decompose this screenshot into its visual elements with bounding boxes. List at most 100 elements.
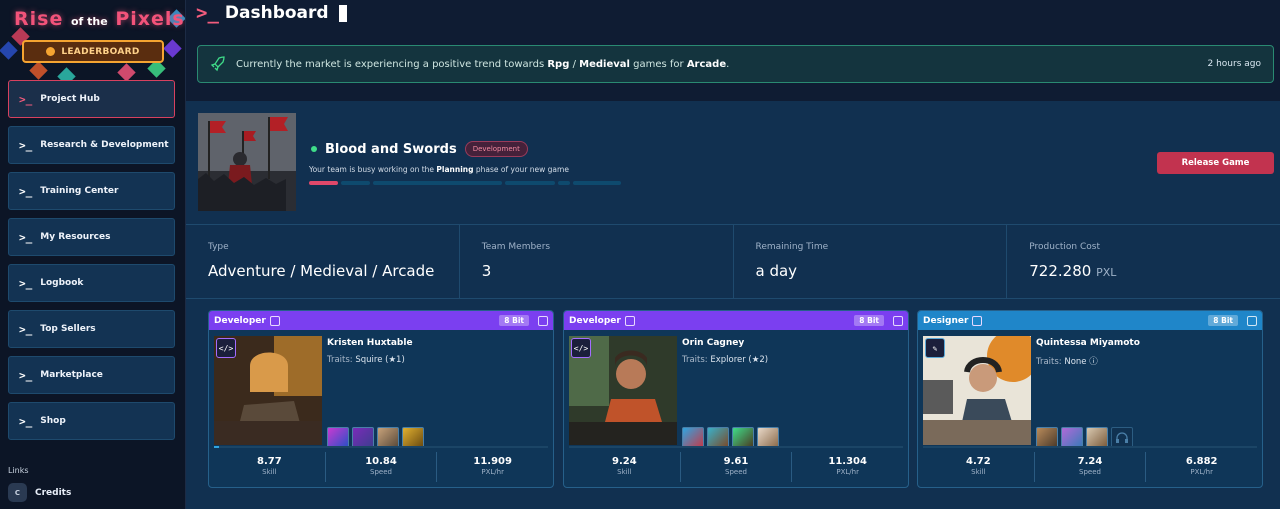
prompt-icon: >_: [19, 276, 33, 290]
phase-segment: [341, 181, 370, 185]
credits-link[interactable]: C Credits: [8, 483, 71, 502]
tier-badge: 8 Bit: [854, 315, 884, 326]
prompt-icon: >_: [19, 138, 33, 152]
team-member-card[interactable]: Designer 8 Bit ✎ Quintessa Miyamoto Trai…: [917, 310, 1263, 488]
role-label: Developer: [214, 315, 266, 326]
game-thumbnail: [198, 113, 296, 211]
equipment-item[interactable]: [352, 427, 374, 448]
leaderboard-label: LEADERBOARD: [61, 46, 140, 57]
member-stats: 9.24 Skill 9.61 Speed 11.304 PXL/hr: [569, 452, 903, 482]
prompt-icon: >_: [19, 414, 33, 428]
speed-stat: 9.61 Speed: [681, 452, 793, 482]
equipment-item[interactable]: [1036, 427, 1058, 448]
role-icon: [269, 315, 280, 326]
phase-segment: [505, 181, 555, 185]
stat-type: Type Adventure / Medieval / Arcade: [186, 225, 460, 298]
expand-icon[interactable]: [893, 315, 903, 326]
member-name: Orin Cagney: [682, 338, 745, 348]
game-title-row: Blood and Swords Development: [311, 141, 528, 157]
team-member-card[interactable]: Developer 8 Bit </> Orin Cagney Traits: …: [563, 310, 909, 488]
prompt-icon: >_: [19, 92, 33, 106]
prompt-icon: >_: [19, 322, 33, 336]
expand-icon[interactable]: [538, 315, 548, 326]
pxl-rate-stat: 11.909 PXL/hr: [473, 456, 512, 476]
skill-stat: 4.72 Skill: [923, 452, 1035, 482]
equipment-item[interactable]: [402, 427, 424, 448]
sidebar: Rise of the Pixels LEADERBOARD >_ Projec…: [0, 0, 186, 509]
prompt-icon: >_: [19, 184, 33, 198]
developer-badge-icon: </>: [571, 338, 591, 358]
role-label: Designer: [923, 315, 969, 326]
phase-progress: [309, 181, 621, 185]
nav-label: Logbook: [40, 278, 84, 288]
nav-label: My Resources: [40, 232, 111, 242]
nav-label: Project Hub: [40, 94, 100, 104]
equipment-item[interactable]: [682, 427, 704, 448]
stat-value: 3: [481, 262, 492, 280]
equipment-item[interactable]: [377, 427, 399, 448]
stat-value: a day: [755, 262, 798, 280]
member-progress-fill: [214, 446, 219, 448]
nav-item-logbook[interactable]: >_ Logbook: [8, 264, 175, 302]
equipment-item[interactable]: [757, 427, 779, 448]
project-stats: Type Adventure / Medieval / Arcade Team …: [186, 224, 1280, 299]
member-progress-bar: [214, 446, 548, 448]
card-header: Designer 8 Bit: [918, 311, 1262, 330]
empty-slot-headphones-icon[interactable]: [1111, 427, 1133, 448]
equipment-slots: [682, 427, 779, 448]
cursor-block: [338, 4, 347, 22]
nav-label: Marketplace: [40, 370, 103, 380]
game-name: Blood and Swords: [325, 141, 457, 157]
status-badge: Development: [464, 141, 528, 157]
team-member-card[interactable]: Developer 8 Bit </> Kristen Huxtable Tra…: [208, 310, 554, 488]
role-icon: [624, 315, 635, 326]
nav-item-marketplace[interactable]: >_ Marketplace: [8, 356, 175, 394]
equipment-item[interactable]: [327, 427, 349, 448]
role-label: Developer: [569, 315, 621, 326]
notice-time: 2 hours ago: [1207, 59, 1262, 69]
nav-item-training-center[interactable]: >_ Training Center: [8, 172, 175, 210]
equipment-item[interactable]: [1086, 427, 1108, 448]
tier-badge: 8 Bit: [1208, 315, 1238, 326]
leaderboard-button[interactable]: LEADERBOARD: [22, 40, 164, 63]
stat-value: 722.280 PXL: [1029, 262, 1117, 280]
developer-badge-icon: </>: [216, 338, 236, 358]
nav-item-top-sellers[interactable]: >_ Top Sellers: [8, 310, 175, 348]
tier-badge: 8 Bit: [499, 315, 529, 326]
stat-label: Team Members: [481, 242, 551, 252]
app-root: Rise of the Pixels LEADERBOARD >_ Projec…: [0, 0, 1280, 509]
nav-item-research-development[interactable]: >_ Research & Development: [8, 126, 175, 164]
rocket-icon: [210, 56, 225, 72]
nav-item-project-hub[interactable]: >_ Project Hub: [8, 80, 175, 118]
phase-segment: [309, 181, 338, 185]
pxl-rate-stat: 11.304 PXL/hr: [828, 456, 867, 476]
equipment-item[interactable]: [732, 427, 754, 448]
nav-item-shop[interactable]: >_ Shop: [8, 402, 175, 440]
phase-segment: [373, 181, 502, 185]
member-name: Quintessa Miyamoto: [1036, 338, 1140, 348]
member-portrait: </>: [214, 336, 322, 445]
member-name: Kristen Huxtable: [327, 338, 413, 348]
nav-label: Training Center: [40, 186, 119, 196]
nav-label: Top Sellers: [40, 324, 96, 334]
member-traits: Traits: Squire (★1): [327, 355, 405, 365]
release-game-button[interactable]: Release Game: [1157, 152, 1274, 174]
prompt-icon: >_: [19, 368, 33, 382]
equipment-slots: [327, 427, 424, 448]
nav-item-my-resources[interactable]: >_ My Resources: [8, 218, 175, 256]
phase-segment: [573, 181, 621, 185]
skill-stat: 9.24 Skill: [569, 452, 681, 482]
credits-label: Credits: [35, 487, 72, 498]
card-header: Developer 8 Bit: [209, 311, 553, 330]
stat-label: Remaining Time: [755, 242, 829, 252]
speed-stat: 7.24 Speed: [1035, 452, 1147, 482]
market-trend-notice: Currently the market is experiencing a p…: [197, 45, 1274, 83]
expand-icon[interactable]: [1247, 315, 1257, 326]
page-title: Dashboard: [224, 3, 329, 23]
brand-title: Rise of the Pixels: [14, 8, 185, 30]
skill-stat: 8.77 Skill: [214, 452, 326, 482]
equipment-item[interactable]: [1061, 427, 1083, 448]
member-traits: Traits: None ⓘ: [1036, 357, 1098, 367]
equipment-item[interactable]: [707, 427, 729, 448]
stat-team-members: Team Members 3: [460, 225, 734, 298]
